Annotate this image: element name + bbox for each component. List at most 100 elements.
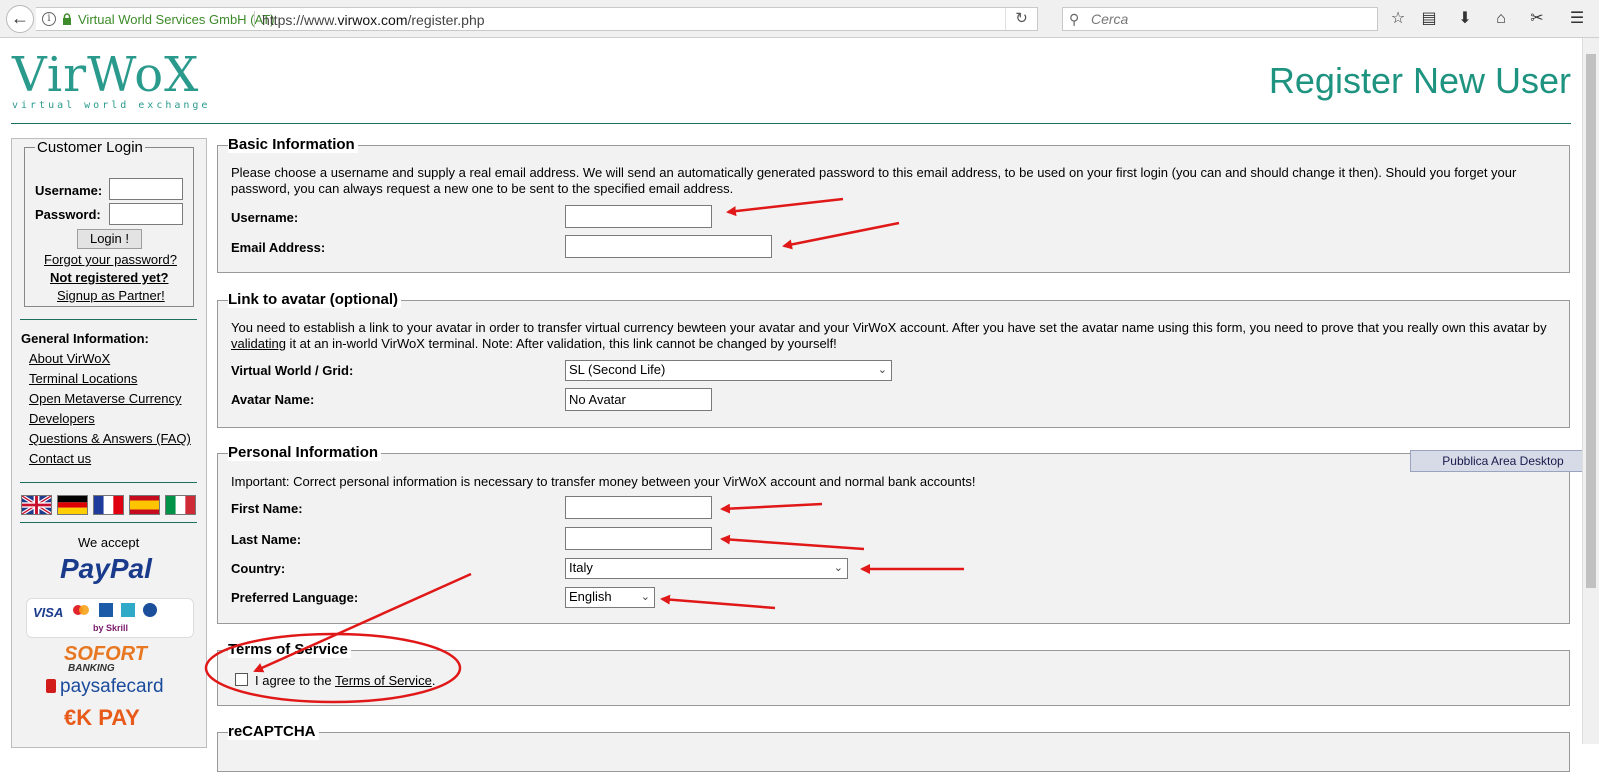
url-prefix: https://www. (262, 12, 338, 28)
avatar-text: You need to establish a link to your ava… (231, 320, 1551, 352)
not-registered-link[interactable]: Not registered yet? (50, 270, 168, 285)
username-label: Username: (231, 210, 299, 225)
first-name-input[interactable] (565, 496, 712, 519)
uk-flag-icon[interactable] (21, 495, 52, 515)
username-input[interactable] (565, 205, 712, 228)
country-label: Country: (231, 561, 286, 576)
title-divider (11, 123, 1571, 124)
chevron-down-icon: ⌄ (640, 591, 650, 603)
last-name-label: Last Name: (231, 532, 302, 547)
personal-info-section: Personal Information Important: Correct … (217, 444, 1570, 624)
sidebar-link-about[interactable]: About VirWoX (29, 351, 110, 366)
url-domain: virwox.com (337, 12, 408, 28)
language-select-value: English (569, 589, 612, 604)
login-username-input[interactable] (109, 178, 183, 200)
paypal-logo: PayPal (60, 553, 152, 584)
last-name-input[interactable] (565, 527, 712, 550)
logo-tagline: virtual world exchange (12, 100, 211, 111)
grid-label: Virtual World / Grid: (231, 363, 354, 378)
jcb-icon (99, 603, 113, 617)
sidebar-link-omc[interactable]: Open Metaverse Currency (29, 391, 181, 406)
screenshot-icon[interactable]: ✂ (1526, 8, 1548, 30)
sidebar-link-faq[interactable]: Questions & Answers (FAQ) (29, 431, 191, 446)
tos-section: Terms of Service I agree to the Terms of… (217, 641, 1570, 706)
reload-icon[interactable]: ↻ (1005, 8, 1037, 30)
okpay-logo: €K PAY (64, 705, 140, 730)
menu-hamburger-icon[interactable]: ☰ (1566, 8, 1588, 30)
tos-period: . (431, 673, 436, 688)
diners-club-icon (143, 603, 157, 617)
bookmark-star-icon[interactable]: ☆ (1387, 8, 1409, 30)
avatar-section: Link to avatar (optional) You need to es… (217, 291, 1570, 428)
chevron-down-icon: ⌄ (877, 364, 887, 376)
search-placeholder: Cerca (1091, 11, 1129, 27)
logo-text: VirWoX (12, 47, 200, 103)
virwox-logo[interactable]: VirWoX virtual world exchange (12, 47, 211, 111)
paysafe-lock-icon (46, 679, 56, 693)
reading-list-icon[interactable]: ▤ (1418, 8, 1440, 30)
browser-toolbar: ← i Virtual World Services GmbH (AT) htt… (0, 0, 1599, 38)
avatar-name-input[interactable]: No Avatar (565, 388, 712, 411)
download-icon[interactable]: ⬇ (1454, 8, 1476, 30)
tos-checkbox[interactable] (235, 673, 248, 686)
forgot-password-link[interactable]: Forgot your password? (44, 252, 177, 267)
email-input[interactable] (565, 235, 772, 258)
germany-flag-icon[interactable] (57, 495, 88, 515)
login-username-label: Username: (35, 183, 103, 198)
country-select[interactable]: Italy ⌄ (565, 558, 848, 579)
customer-login-legend: Customer Login (35, 139, 145, 156)
page-scrollbar[interactable] (1582, 38, 1599, 744)
france-flag-icon[interactable] (93, 495, 124, 515)
sofort-logo: SOFORT (64, 643, 147, 665)
sidebar-divider (20, 482, 197, 483)
customer-login-box: Customer Login Username: Password: Login… (24, 139, 194, 307)
mastercard-icon (79, 605, 89, 615)
login-password-label: Password: (35, 207, 101, 222)
avatar-text-part: it at an in-world VirWoX terminal. Note:… (285, 336, 837, 351)
avatar-legend: Link to avatar (optional) (228, 291, 402, 308)
url-separator (254, 11, 255, 28)
visa-logo: VISA (33, 605, 64, 620)
email-label: Email Address: (231, 240, 326, 255)
basic-info-section: Basic Information Please choose a userna… (217, 136, 1570, 273)
validating-link[interactable]: validating (231, 336, 286, 351)
first-name-label: First Name: (231, 501, 303, 516)
spain-flag-icon[interactable] (129, 495, 160, 515)
personal-info-text: Important: Correct personal information … (231, 474, 976, 489)
login-button[interactable]: Login ! (77, 229, 142, 249)
sidebar-link-contact[interactable]: Contact us (29, 451, 91, 466)
signup-partner-link[interactable]: Signup as Partner! (57, 288, 165, 303)
grid-select-value: SL (Second Life) (569, 362, 666, 377)
login-password-input[interactable] (109, 203, 183, 225)
sidebar-link-terminals[interactable]: Terminal Locations (29, 371, 137, 386)
recaptcha-legend: reCAPTCHA (228, 723, 319, 740)
url-path: /register.php (407, 12, 485, 28)
recaptcha-section: reCAPTCHA (217, 723, 1570, 772)
italy-flag-icon[interactable] (165, 495, 196, 515)
tos-link[interactable]: Terms of Service (335, 673, 432, 688)
sidebar-divider (20, 319, 197, 320)
lock-icon (63, 13, 71, 25)
basic-info-text: Please choose a username and supply a re… (231, 165, 1517, 196)
page-title: Register New User (1268, 60, 1571, 101)
tos-agree-label: I agree to the (255, 673, 335, 688)
tos-agree-text: I agree to the Terms of Service. (255, 673, 435, 688)
general-info-heading: General Information: (21, 331, 149, 346)
language-label: Preferred Language: (231, 590, 359, 605)
scrollbar-thumb[interactable] (1586, 54, 1596, 588)
grid-select[interactable]: SL (Second Life) ⌄ (565, 360, 892, 381)
site-identity[interactable]: Virtual World Services GmbH (AT) (78, 12, 275, 27)
address-bar[interactable]: i Virtual World Services GmbH (AT) https… (36, 7, 1038, 31)
info-icon[interactable]: i (42, 12, 56, 26)
avatar-text-part: You need to establish a link to your ava… (231, 320, 1547, 335)
back-arrow-icon[interactable]: ← (6, 5, 34, 33)
url-text[interactable]: https://www.virwox.com/register.php (262, 12, 485, 28)
browser-search-box[interactable]: ⚲ Cerca (1062, 7, 1378, 31)
home-icon[interactable]: ⌂ (1490, 8, 1512, 30)
country-select-value: Italy (569, 560, 593, 575)
sidebar-link-developers[interactable]: Developers (29, 411, 95, 426)
personal-info-legend: Personal Information (228, 444, 382, 461)
chevron-down-icon: ⌄ (833, 562, 843, 574)
language-select[interactable]: English ⌄ (565, 587, 655, 608)
tos-legend: Terms of Service (228, 641, 351, 658)
